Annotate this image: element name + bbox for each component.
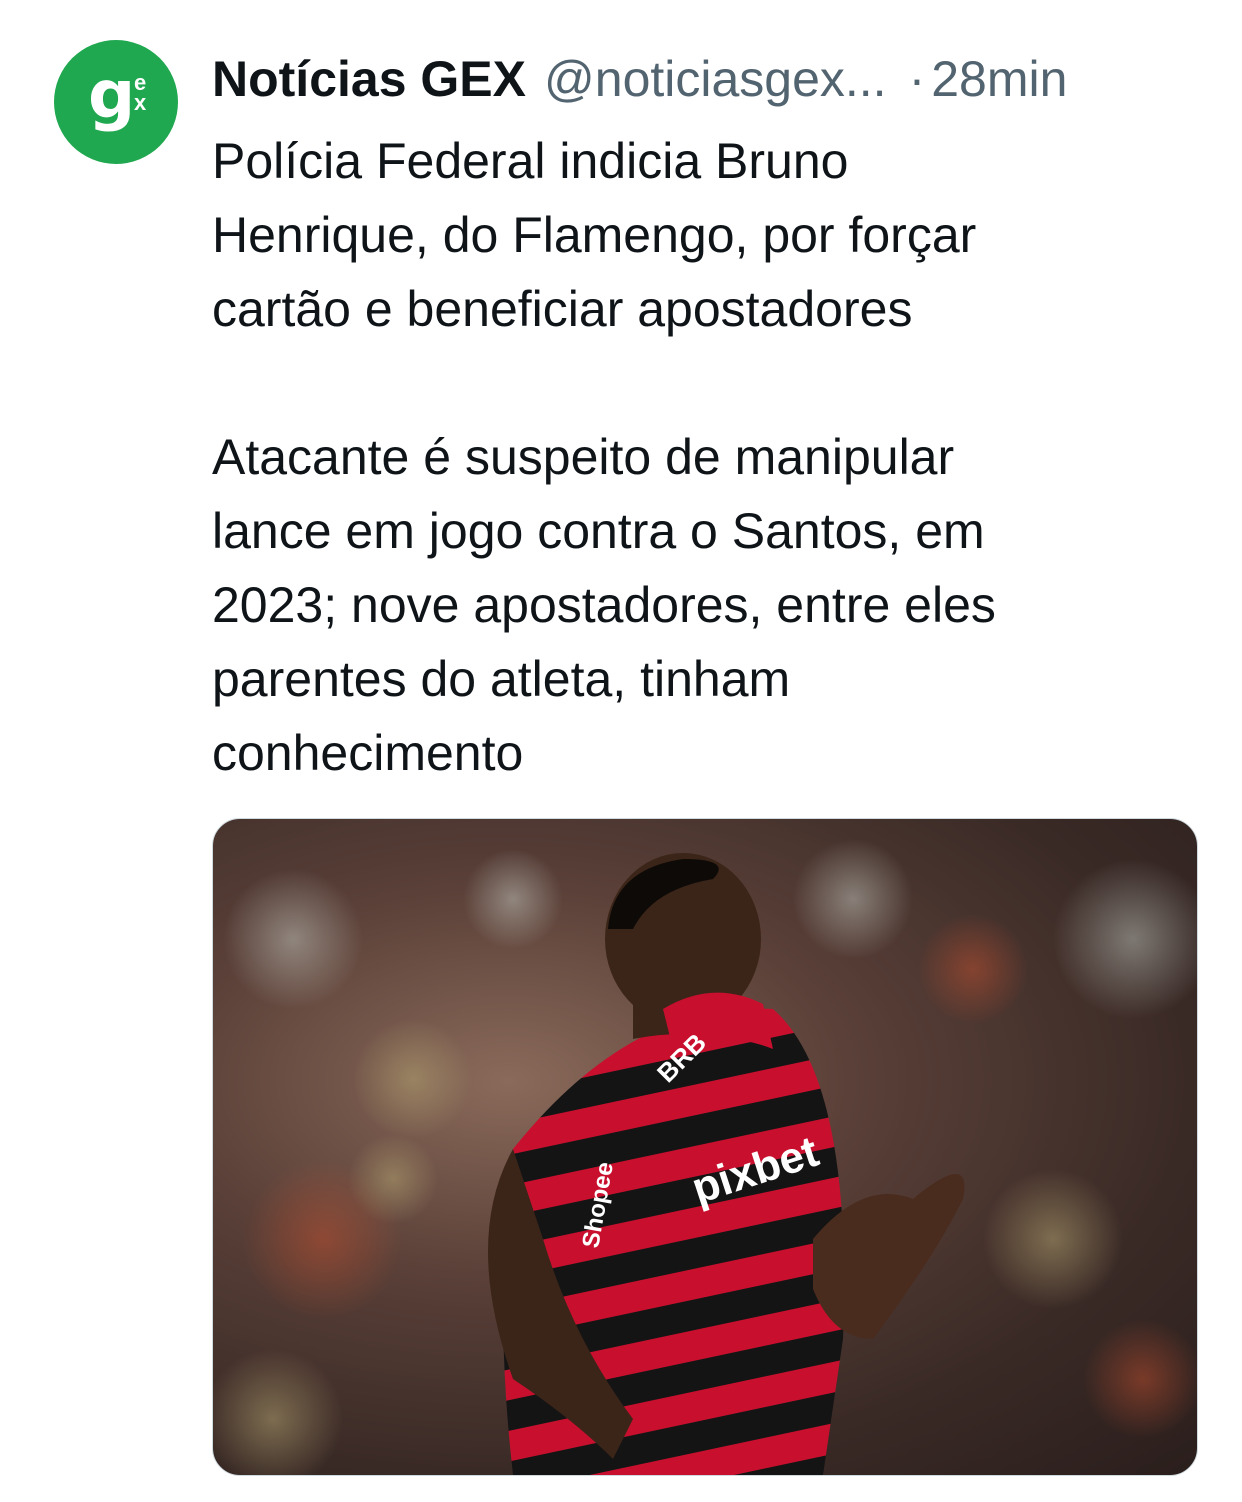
account-handle[interactable]: @noticiasgex... xyxy=(544,50,887,108)
body-line: conhecimento xyxy=(212,725,524,781)
post-timestamp[interactable]: 28min xyxy=(931,50,1067,108)
account-avatar[interactable]: g e x xyxy=(54,40,178,164)
post-header: Notícias GEX @noticiasgex... · 28min xyxy=(212,44,1202,114)
post-photo[interactable]: BRB pixbet Shopee xyxy=(212,818,1198,1476)
headline-line: cartão e beneficiar apostadores xyxy=(212,281,913,337)
avatar-letter-g: g xyxy=(88,56,136,133)
body-line: 2023; nove apostadores, entre eles xyxy=(212,577,996,633)
separator-dot: · xyxy=(908,51,926,107)
body-line: lance em jogo contra o Santos, em xyxy=(212,503,985,559)
post-text: Polícia Federal indicia Bruno Henrique, … xyxy=(212,124,1202,790)
account-name[interactable]: Notícias GEX xyxy=(212,50,526,108)
body-line: parentes do atleta, tinham xyxy=(212,651,791,707)
headline-line: Henrique, do Flamengo, por forçar xyxy=(212,207,977,263)
avatar-letter-x: x xyxy=(134,90,147,115)
player-photo-illustration: BRB pixbet Shopee xyxy=(213,839,1197,1475)
body-line: Atacante é suspeito de manipular xyxy=(212,429,955,485)
headline-line: Polícia Federal indicia Bruno xyxy=(212,133,849,189)
